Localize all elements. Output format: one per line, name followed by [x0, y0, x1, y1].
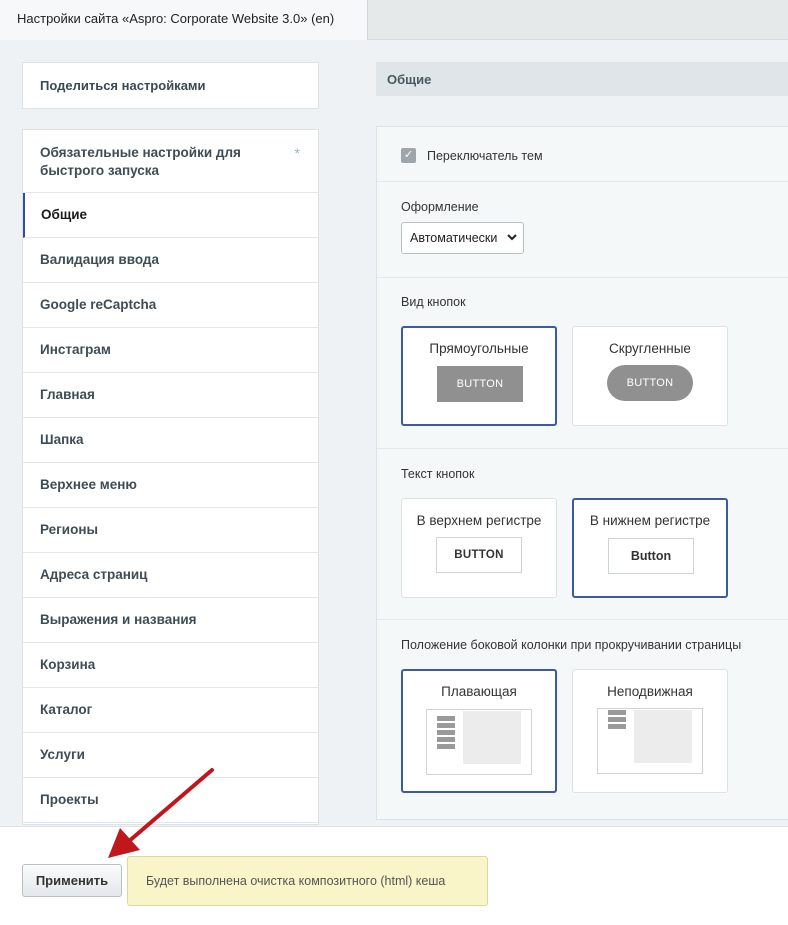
sidebar-item-regions[interactable]: Регионы	[23, 508, 318, 553]
sidebar-item-page-addresses[interactable]: Адреса страниц	[23, 553, 318, 598]
content-block	[463, 711, 521, 764]
sidebar-item-phrases[interactable]: Выражения и названия	[23, 598, 318, 643]
sidebar-item-input-validation[interactable]: Валидация ввода	[23, 238, 318, 283]
button-text-uppercase-option[interactable]: В верхнем регистре BUTTON	[401, 498, 557, 598]
sample-button: BUTTON	[436, 537, 522, 573]
sidebar-item-instagram[interactable]: Инстаграм	[23, 328, 318, 373]
sidebar-item-header[interactable]: Шапка	[23, 418, 318, 463]
design-select-value: Автоматически	[410, 231, 498, 245]
theme-switcher-checkbox[interactable]: ✓	[401, 148, 416, 163]
button-type-rectangular-option[interactable]: Прямоугольные BUTTON	[401, 326, 557, 426]
floating-layout-thumbnail	[426, 709, 532, 775]
button-text-lowercase-option[interactable]: В нижнем регистре Button	[572, 498, 728, 598]
sample-button: BUTTON	[437, 366, 523, 402]
sidebar-item-projects[interactable]: Проекты	[23, 778, 318, 823]
content-block	[634, 710, 692, 763]
star-icon: *	[294, 145, 300, 161]
theme-switcher-label: Переключатель тем	[427, 149, 543, 163]
share-settings-button[interactable]: Поделиться настройками	[22, 62, 319, 109]
design-select[interactable]: Автоматически	[401, 222, 524, 254]
option-label: Неподвижная	[607, 684, 693, 699]
apply-button[interactable]: Применить	[22, 864, 122, 897]
sidebar-item-label: Обязательные настройки для быстрого запу…	[40, 145, 241, 178]
button-type-label: Вид кнопок	[401, 295, 466, 309]
option-label: Плавающая	[441, 684, 517, 699]
button-text-row: Текст кнопок В верхнем регистре BUTTON В…	[377, 449, 788, 620]
cache-notice: Будет выполнена очистка композитного (ht…	[127, 856, 488, 906]
sidebar-bars	[608, 710, 626, 731]
check-icon: ✓	[403, 149, 414, 161]
sidebar-position-label: Положение боковой колонки при прокручива…	[401, 638, 742, 652]
sidebar-bars	[437, 716, 455, 751]
sidebar-item-home[interactable]: Главная	[23, 373, 318, 418]
design-label: Оформление	[401, 200, 479, 214]
option-label: В верхнем регистре	[416, 513, 542, 528]
sample-button: Button	[608, 538, 694, 574]
option-label: В нижнем регистре	[589, 513, 711, 528]
sidebar-item-catalog[interactable]: Каталог	[23, 688, 318, 733]
button-type-rounded-option[interactable]: Скругленные BUTTON	[572, 326, 728, 426]
sidebar-menu: Обязательные настройки для быстрого запу…	[22, 129, 319, 825]
tab-bar: Настройки сайта «Aspro: Corporate Websit…	[0, 0, 788, 40]
tab-site-settings[interactable]: Настройки сайта «Aspro: Corporate Websit…	[0, 0, 368, 40]
sidebar-position-row: Положение боковой колонки при прокручива…	[377, 620, 788, 821]
sidebar-item-cart[interactable]: Корзина	[23, 643, 318, 688]
chevron-down-icon	[507, 229, 517, 250]
button-text-label: Текст кнопок	[401, 467, 475, 481]
button-type-row: Вид кнопок Прямоугольные BUTTON Скруглен…	[377, 278, 788, 449]
option-label: Прямоугольные	[429, 341, 529, 356]
section-title: Общие	[376, 62, 788, 96]
footer-bar: Применить Будет выполнена очистка композ…	[0, 826, 788, 925]
option-label: Скругленные	[609, 341, 691, 356]
sidebar-item-quick-start[interactable]: Обязательные настройки для быстрого запу…	[23, 130, 318, 193]
sidebar-item-general[interactable]: Общие	[23, 193, 318, 238]
sidebar-item-services[interactable]: Услуги	[23, 733, 318, 778]
sample-button: BUTTON	[607, 365, 693, 401]
sidebar-item-top-menu[interactable]: Верхнее меню	[23, 463, 318, 508]
fixed-layout-thumbnail	[597, 708, 703, 774]
sidebar-position-fixed-option[interactable]: Неподвижная	[572, 669, 728, 793]
theme-switcher-row: ✓ Переключатель тем	[377, 127, 788, 182]
sidebar-item-recaptcha[interactable]: Google reCaptcha	[23, 283, 318, 328]
sidebar-position-floating-option[interactable]: Плавающая	[401, 669, 557, 793]
settings-panel: ✓ Переключатель тем Оформление Автоматич…	[376, 126, 788, 820]
